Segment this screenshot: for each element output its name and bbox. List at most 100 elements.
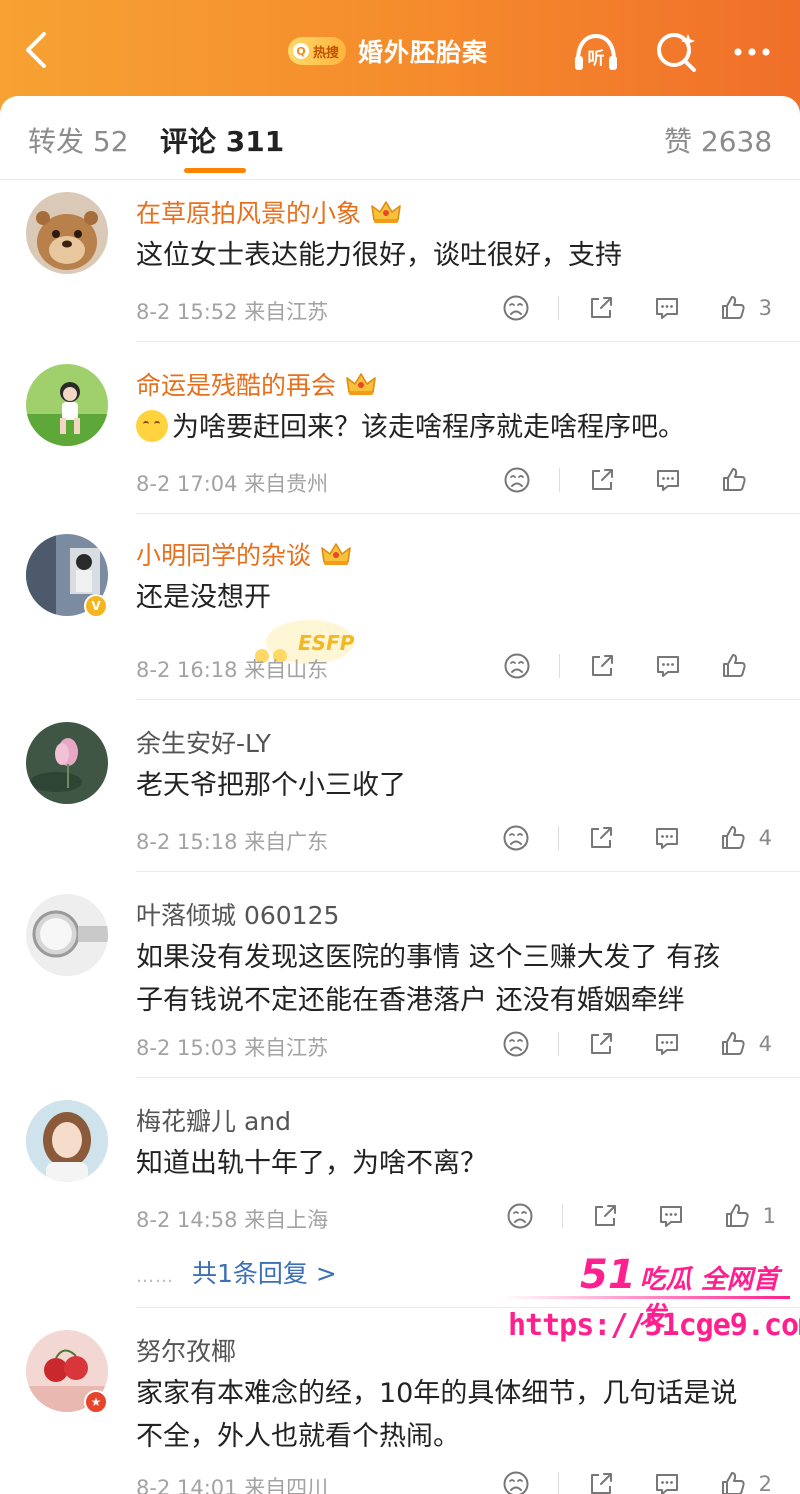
comment-actions [501, 650, 772, 682]
sticker-label: ESFP [298, 631, 355, 655]
row-divider [136, 513, 800, 514]
avatar[interactable] [26, 1100, 108, 1182]
like-icon[interactable] [717, 822, 749, 854]
comment-text: 这位女士表达能力很好，谈吐很好，支持 [136, 240, 622, 271]
dislike-icon[interactable] [500, 292, 532, 324]
search-sparkle-icon[interactable] [650, 26, 702, 78]
view-replies-link[interactable]: …… 共1条回复 > [136, 1254, 337, 1290]
dislike-icon[interactable] [504, 1200, 536, 1232]
share-icon[interactable] [586, 650, 618, 682]
comment-location: 来自江苏 [244, 1036, 329, 1060]
tab-repost-label: 转发 [28, 125, 85, 158]
row-divider [136, 699, 800, 700]
comment-icon[interactable] [651, 292, 683, 324]
like-icon[interactable] [717, 1028, 749, 1060]
comment-icon[interactable] [651, 1468, 683, 1494]
dislike-icon[interactable] [500, 1468, 532, 1494]
comment-icon[interactable] [652, 650, 684, 682]
row-divider [136, 1077, 800, 1078]
comment-date: 8-2 16:18 [136, 658, 238, 682]
comment-date: 8-2 15:18 [136, 830, 238, 854]
share-icon[interactable] [586, 464, 618, 496]
tab-bar: 转发 52 评论 311 赞 2638 [0, 96, 800, 180]
comment-location: 来自贵州 [244, 472, 329, 496]
comment-location: 来自山东 [244, 658, 329, 682]
like-count: 1 [762, 1204, 776, 1228]
more-icon[interactable] [726, 26, 778, 78]
comment-actions: 3 [500, 292, 772, 324]
like-icon[interactable] [718, 464, 750, 496]
comment-actions: 4 [500, 822, 772, 854]
like-icon[interactable] [717, 292, 749, 324]
back-icon[interactable] [18, 28, 58, 72]
vip-crown-icon [369, 198, 403, 226]
comment-item: 余生安好-LY 老天爷把那个小三收了 8-2 15:18 来自广东 4 [0, 710, 800, 872]
row-divider [136, 341, 800, 342]
avatar[interactable] [26, 722, 108, 804]
listen-icon[interactable]: 听 [570, 26, 622, 78]
comment-icon[interactable] [651, 822, 683, 854]
comment-icon[interactable] [651, 1028, 683, 1060]
divider [559, 468, 560, 492]
comment-icon[interactable] [655, 1200, 687, 1232]
smile-emoji-icon [136, 410, 168, 442]
comment-date: 8-2 14:01 [136, 1476, 238, 1494]
share-icon[interactable] [585, 1028, 617, 1060]
watermark-number: 51 [580, 1252, 636, 1298]
avatar[interactable] [26, 192, 108, 274]
reply-count-label: 共1条回复 > [192, 1259, 337, 1288]
tab-repost-count: 52 [92, 125, 129, 158]
row-divider [136, 871, 800, 872]
like-icon[interactable] [718, 650, 750, 682]
red-star-badge-icon: ★ [84, 1390, 108, 1414]
comment-author[interactable]: 命运是残酷的再会 [136, 366, 378, 402]
like-icon[interactable] [717, 1468, 749, 1494]
author-name: 叶落倾城 060125 [136, 901, 340, 930]
tab-repost[interactable]: 转发 52 [28, 120, 129, 160]
comment-meta: 8-2 17:04 来自贵州 [136, 468, 328, 498]
author-name: 努尔孜椰 [136, 1337, 237, 1366]
comment-text-line: 如果没有发现这医院的事情 这个三赚大发了 有孩 [136, 942, 721, 973]
comment-author[interactable]: 小明同学的杂谈 [136, 536, 353, 572]
like-icon[interactable] [721, 1200, 753, 1232]
tab-likes[interactable]: 赞 2638 [664, 120, 772, 160]
comment-meta: 8-2 15:03 来自江苏 [136, 1032, 328, 1062]
comment-item: 叶落倾城 060125 如果没有发现这医院的事情 这个三赚大发了 有孩 子有钱说… [0, 882, 800, 1078]
comment-author[interactable]: 叶落倾城 060125 [136, 896, 339, 932]
comment-author[interactable]: 努尔孜椰 [136, 1332, 236, 1368]
comment-item: ★ 努尔孜椰 家家有本难念的经，10年的具体细节，几句话是说 不全，外人也就看个… [0, 1318, 800, 1494]
comment-meta: 8-2 14:01 来自四川 [136, 1472, 328, 1494]
comment-actions [501, 464, 772, 496]
comment-meta: 8-2 14:58 来自上海 [136, 1204, 328, 1234]
share-icon[interactable] [585, 822, 617, 854]
divider [559, 654, 560, 678]
hot-badge-label: 热搜 [313, 45, 340, 61]
share-icon[interactable] [589, 1200, 621, 1232]
author-name: 在草原拍风景的小象 [136, 199, 362, 228]
comment-meta: 8-2 16:18 来自山东 [136, 654, 328, 684]
dislike-icon[interactable] [500, 822, 532, 854]
comment-author[interactable]: 余生安好-LY [136, 724, 271, 760]
svg-text:听: 听 [588, 48, 605, 69]
comment-text-body: 为啥要赶回来？该走啥程序就走啥程序吧。 [172, 412, 685, 443]
avatar[interactable] [26, 894, 108, 976]
divider [557, 1472, 559, 1494]
comment-location: 来自江苏 [244, 300, 329, 324]
share-icon[interactable] [585, 1468, 617, 1494]
comment-icon[interactable] [652, 464, 684, 496]
comment-author[interactable]: 在草原拍风景的小象 [136, 194, 403, 230]
dislike-icon[interactable] [501, 650, 533, 682]
comment-meta: 8-2 15:18 来自广东 [136, 826, 328, 856]
like-count: 4 [758, 1032, 772, 1056]
dislike-icon[interactable] [501, 464, 533, 496]
comment-text: 还是没想开 [136, 582, 271, 613]
page-title: 婚外胚胎案 [358, 38, 489, 67]
comment-date: 8-2 14:58 [136, 1208, 238, 1232]
dislike-icon[interactable] [500, 1028, 532, 1060]
comment-location: 来自广东 [244, 830, 329, 854]
tab-comments[interactable]: 评论 311 [160, 120, 284, 160]
comment-author[interactable]: 梅花瓣儿 and [136, 1102, 291, 1138]
comment-item: 在草原拍风景的小象 这位女士表达能力很好，谈吐很好，支持 8-2 15:52 来… [0, 180, 800, 342]
share-icon[interactable] [585, 292, 617, 324]
avatar[interactable] [26, 364, 108, 446]
